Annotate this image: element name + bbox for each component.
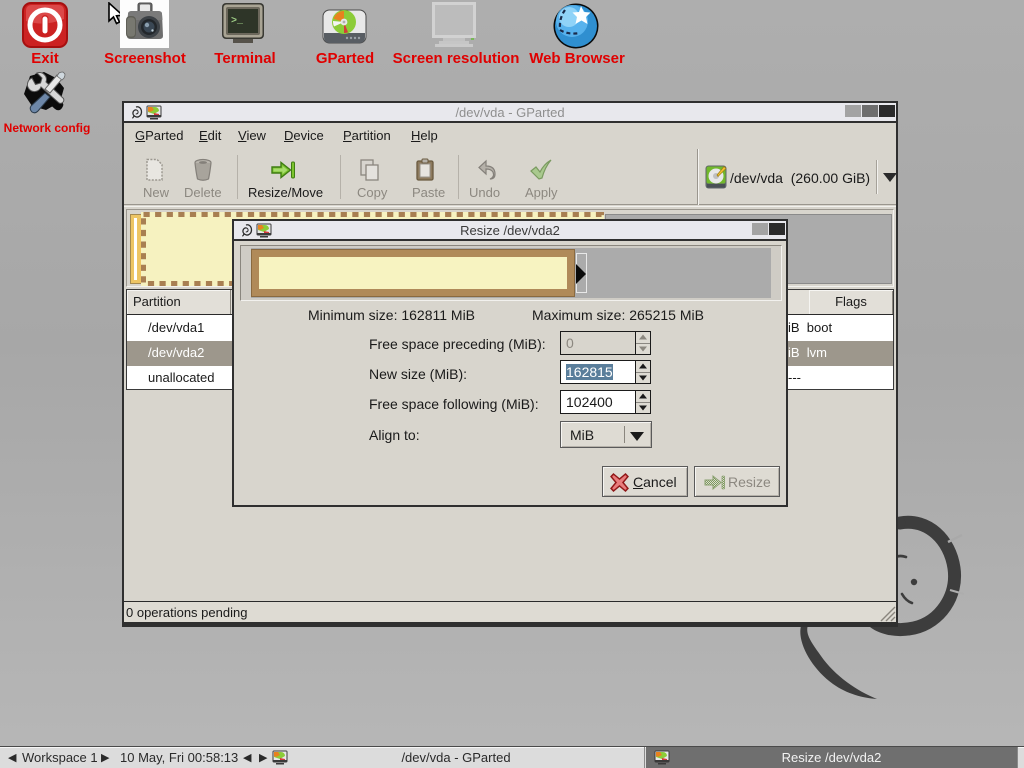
svg-text:>_: >_ [231, 16, 244, 27]
